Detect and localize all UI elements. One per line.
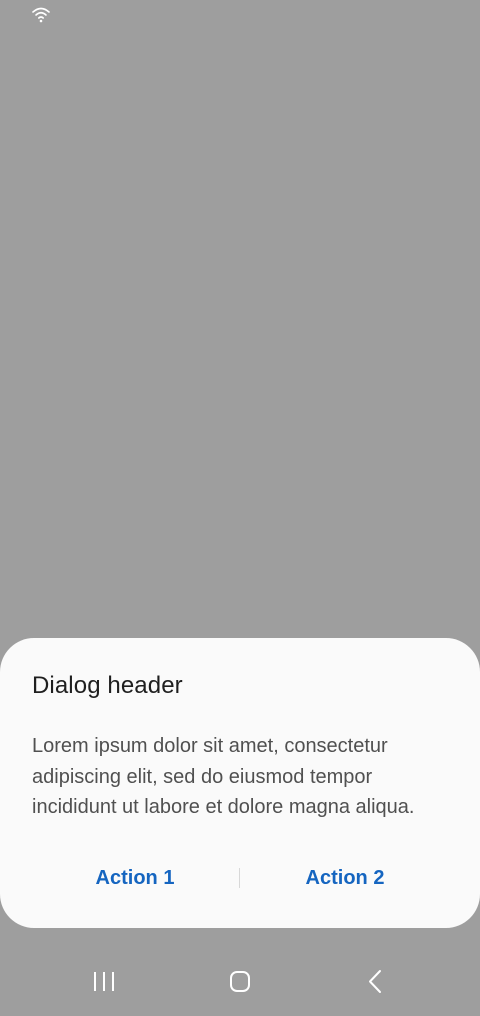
action-2-button[interactable]: Action 2 [240,860,450,896]
recents-icon[interactable] [80,964,128,1000]
action-1-button[interactable]: Action 1 [30,860,240,896]
home-icon[interactable] [216,964,264,1000]
dialog: Dialog header Lorem ipsum dolor sit amet… [0,638,480,928]
wifi-icon [32,7,50,23]
back-icon[interactable] [352,964,400,1000]
status-bar [0,0,480,30]
dialog-body: Lorem ipsum dolor sit amet, consectetur … [32,735,415,818]
navigation-bar [0,946,480,1016]
dialog-header: Dialog header [32,672,183,699]
dialog-actions: Action 1 Action 2 [30,860,450,896]
